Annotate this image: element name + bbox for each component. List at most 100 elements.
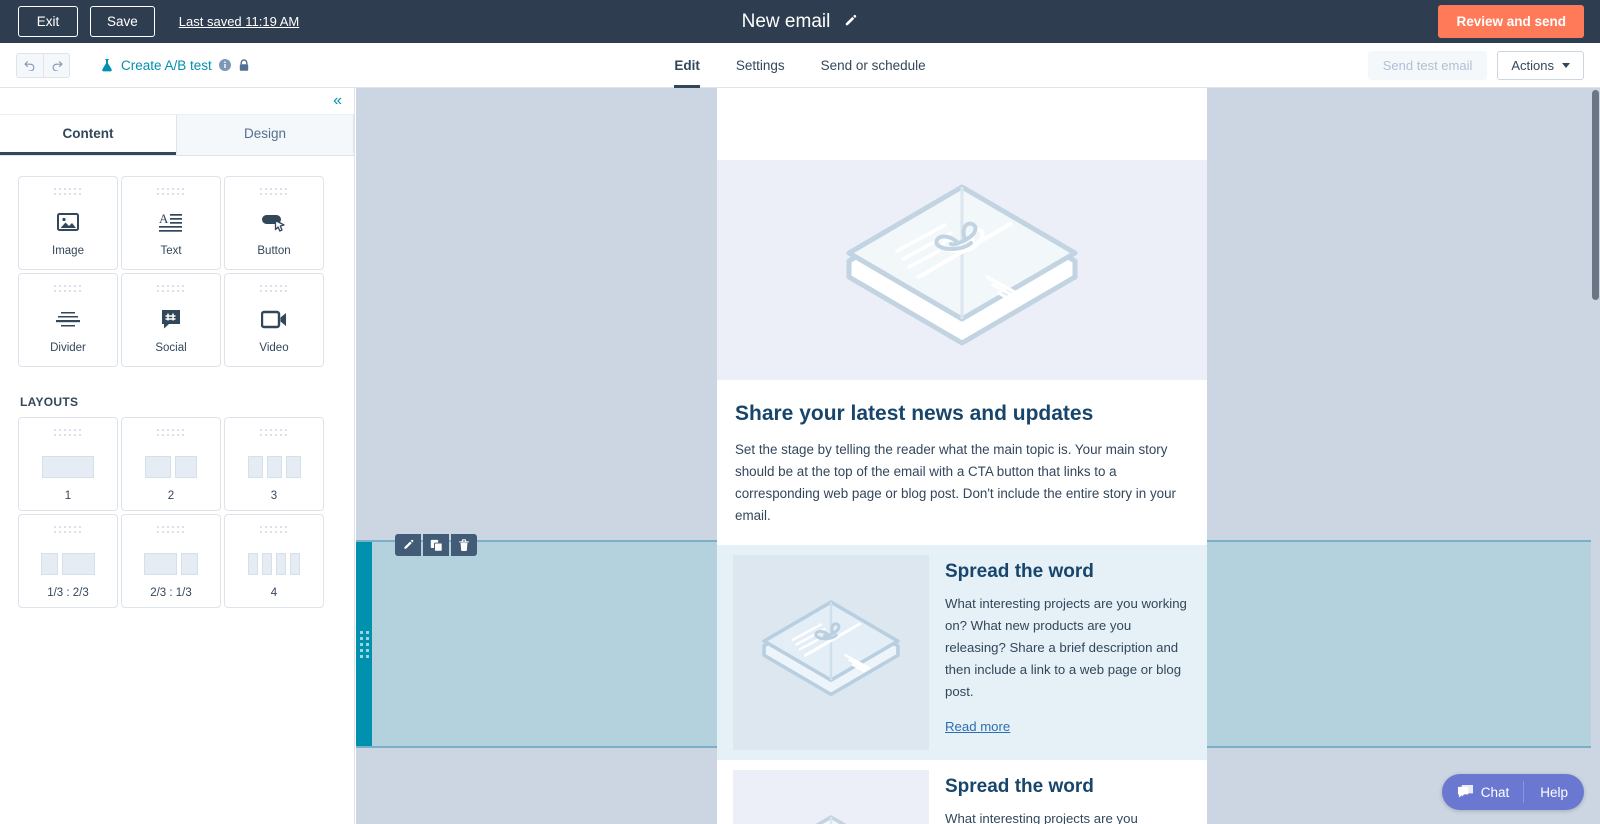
email-body-text: Set the stage by telling the reader what…	[735, 442, 1176, 523]
stacked-mail-with-ribbon-icon	[837, 173, 1087, 368]
chat-help-widget[interactable]: Chat Help	[1441, 774, 1584, 810]
sub-bar-actions: Send test email Actions	[1367, 43, 1584, 88]
create-ab-test-link[interactable]: Create A/B test	[100, 58, 250, 73]
layout-2-3-1-3[interactable]: 2/3 : 1/3	[121, 514, 221, 608]
ab-test-label: Create A/B test	[121, 57, 212, 73]
layout-preview	[41, 551, 95, 577]
edit-title-pencil-icon[interactable]	[843, 14, 858, 29]
chat-button[interactable]: Chat	[1442, 774, 1524, 810]
last-saved-label[interactable]: Last saved 11:19 AM	[179, 14, 299, 29]
drag-dots-icon	[157, 188, 185, 196]
layout-preview	[42, 454, 94, 480]
company-logo-band[interactable]: Company logo	[717, 88, 1207, 160]
button-cursor-icon	[261, 208, 287, 236]
layout-label: 4	[270, 587, 278, 599]
hero-image-module[interactable]	[717, 160, 1207, 380]
edit-section-button[interactable]	[395, 534, 421, 556]
editor-sub-bar: Create A/B test Edit Settings Send or sc…	[0, 43, 1600, 88]
info-circle-icon[interactable]	[218, 59, 231, 71]
drag-dots-icon	[54, 285, 82, 293]
layout-1-3-2-3[interactable]: 1/3 : 2/3	[18, 514, 118, 608]
help-label: Help	[1540, 784, 1568, 800]
module-image[interactable]: Image	[18, 176, 118, 270]
send-test-email-button[interactable]: Send test email	[1367, 51, 1488, 80]
section-image-placeholder	[733, 555, 929, 750]
layout-label: 3	[270, 490, 278, 502]
help-button[interactable]: Help	[1524, 774, 1584, 810]
section-body-text: What interesting projects are you workin…	[945, 596, 1187, 699]
layout-4[interactable]: 4	[224, 514, 324, 608]
section-action-toolbar[interactable]	[395, 534, 477, 556]
tab-design[interactable]: Design	[176, 115, 354, 155]
exit-button[interactable]: Exit	[18, 6, 78, 37]
layouts-grid: 1 2 3 1/3 : 2/3 2/3 : 1/3 4	[18, 417, 336, 608]
read-more-link[interactable]: Read more	[945, 719, 1010, 734]
undo-redo-group	[16, 52, 70, 78]
tab-send-or-schedule[interactable]: Send or schedule	[803, 43, 944, 88]
review-and-send-button[interactable]: Review and send	[1438, 5, 1584, 38]
save-button[interactable]: Save	[90, 6, 155, 37]
layout-preview	[247, 454, 301, 480]
left-sidebar: « Content Design Image A Text Button Div…	[0, 88, 355, 824]
flask-icon	[100, 58, 114, 73]
module-label: Image	[52, 245, 84, 257]
layout-preview	[144, 551, 198, 577]
drag-dots-icon	[260, 526, 288, 534]
module-label: Divider	[50, 342, 86, 354]
drag-dots-icon	[54, 429, 82, 437]
content-modules-grid: Image A Text Button Divider Social Video	[18, 176, 336, 367]
module-text[interactable]: A Text	[121, 176, 221, 270]
chevron-down-icon	[1562, 63, 1570, 68]
canvas-scrollbar-track[interactable]	[1591, 88, 1600, 824]
top-bar: Exit Save Last saved 11:19 AM New email …	[0, 0, 1600, 43]
layout-3[interactable]: 3	[224, 417, 324, 511]
stacked-mail-with-ribbon-icon	[757, 806, 905, 824]
email-text-module[interactable]: Share your latest news and updates Set t…	[717, 380, 1207, 545]
tab-content[interactable]: Content	[0, 115, 176, 155]
actions-dropdown-button[interactable]: Actions	[1497, 51, 1584, 80]
drag-dots-icon	[54, 526, 82, 534]
layout-label: 1	[64, 490, 72, 502]
chat-label: Chat	[1480, 784, 1510, 800]
company-logo-text: Company logo	[867, 108, 1057, 139]
layout-1[interactable]: 1	[18, 417, 118, 511]
drag-dots-icon	[157, 429, 185, 437]
layouts-heading: LAYOUTS	[20, 395, 79, 409]
module-social[interactable]: Social	[121, 273, 221, 367]
section-text-cell[interactable]: Spread the word What interesting project…	[929, 545, 1207, 760]
section-text-cell[interactable]: Spread the word What interesting project…	[929, 760, 1207, 824]
duplicate-section-button[interactable]	[423, 534, 449, 556]
sidebar-body: Image A Text Button Divider Social Video…	[0, 156, 354, 608]
module-button[interactable]: Button	[224, 176, 324, 270]
section-image-cell[interactable]	[717, 760, 929, 824]
divider-icon	[56, 305, 80, 333]
tab-edit[interactable]: Edit	[656, 43, 718, 88]
section-image-cell[interactable]	[717, 545, 929, 760]
canvas-scrollbar-thumb[interactable]	[1592, 90, 1599, 300]
email-headline: Share your latest news and updates	[735, 402, 1094, 425]
lock-icon[interactable]	[238, 58, 250, 72]
drag-dots-icon	[157, 285, 185, 293]
double-chevron-left-icon[interactable]: «	[333, 93, 342, 109]
drag-dots-icon	[260, 429, 288, 437]
drag-dots-icon	[260, 285, 288, 293]
email-section-selected[interactable]: Spread the word What interesting project…	[717, 545, 1207, 760]
row-drag-handle[interactable]	[356, 542, 372, 746]
drag-dots-icon	[260, 188, 288, 196]
section-heading: Spread the word	[945, 561, 1094, 582]
tab-settings[interactable]: Settings	[718, 43, 803, 88]
module-video[interactable]: Video	[224, 273, 324, 367]
undo-button[interactable]	[16, 52, 43, 78]
sidebar-collapse-row: «	[0, 88, 354, 115]
email-canvas[interactable]: Company logo Share your latest news and …	[356, 88, 1600, 824]
layout-2[interactable]: 2	[121, 417, 221, 511]
email-preview[interactable]: Company logo Share your latest news and …	[717, 88, 1207, 824]
page-title: New email	[741, 10, 831, 32]
delete-section-button[interactable]	[451, 534, 477, 556]
email-section-second[interactable]: Spread the word What interesting project…	[717, 760, 1207, 824]
module-label: Video	[259, 342, 289, 354]
layout-label: 1/3 : 2/3	[47, 587, 89, 599]
module-divider[interactable]: Divider	[18, 273, 118, 367]
social-hash-bubble-icon	[160, 305, 182, 333]
redo-button[interactable]	[43, 52, 70, 78]
